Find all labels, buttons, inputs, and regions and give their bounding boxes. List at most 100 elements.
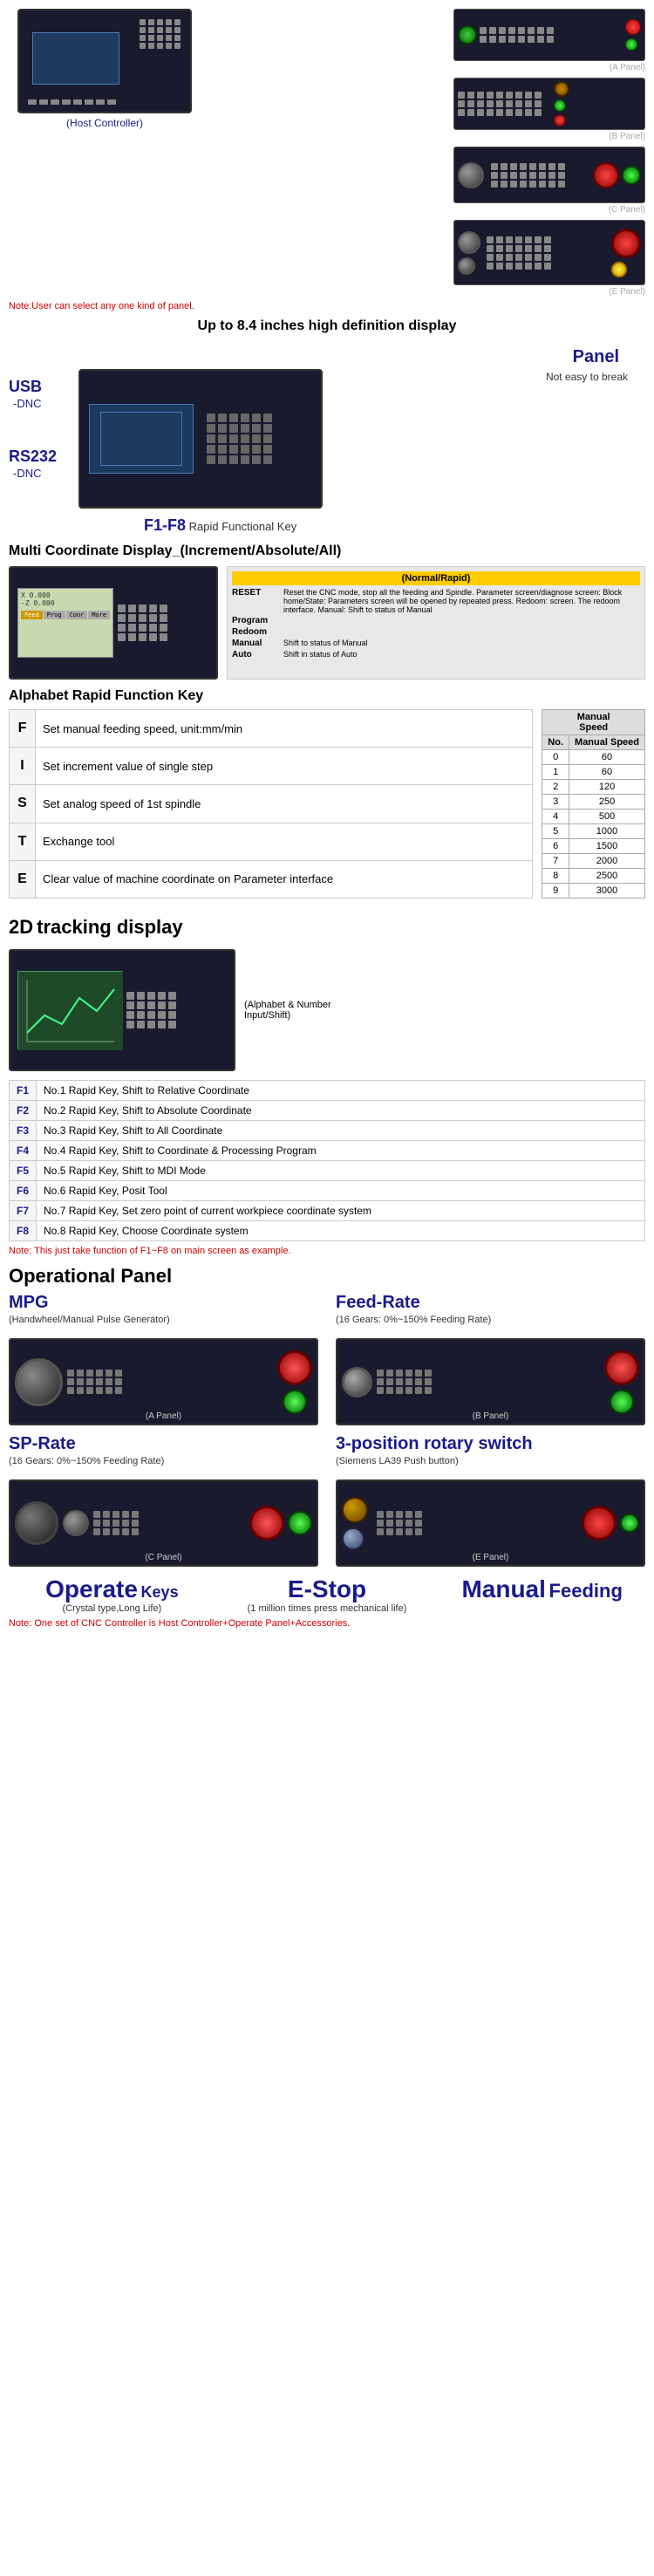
estop-e[interactable] [582, 1506, 617, 1541]
key [477, 100, 484, 107]
b-panel-bottom-label: (B Panel) [473, 1411, 509, 1421]
red-estop-button[interactable] [593, 162, 619, 188]
reset-key-label: RESET [232, 588, 280, 614]
key [558, 181, 565, 188]
speed-cell: 4 [542, 810, 569, 824]
key [491, 172, 498, 179]
amber-button[interactable] [554, 81, 569, 97]
key [499, 27, 506, 34]
key [377, 1378, 384, 1385]
key [148, 19, 154, 25]
panel-not-easy: Not easy to break [546, 371, 628, 383]
yellow-knob[interactable] [342, 1497, 368, 1523]
key [96, 1370, 103, 1377]
key [525, 92, 532, 99]
key [168, 992, 176, 1000]
manual-key-desc: Shift to status of Manual [283, 639, 640, 648]
key [491, 181, 498, 188]
green-button[interactable] [554, 99, 566, 112]
yellow-button[interactable] [611, 262, 627, 277]
key [396, 1387, 403, 1394]
op-c-panel-box: (C Panel) [9, 1479, 318, 1567]
speed-row: 3250 [542, 795, 645, 810]
estop-sub: (1 million times press mechanical life) [224, 1603, 431, 1614]
manual-feeding-item: Manual Feeding [439, 1575, 645, 1614]
start-button[interactable] [283, 1390, 307, 1414]
alpha-desc: Clear value of machine coordinate on Par… [36, 860, 533, 898]
mpg-handwheel[interactable] [15, 1358, 63, 1406]
key [548, 181, 555, 188]
blue-knob[interactable] [342, 1527, 364, 1550]
speed-row: 2120 [542, 780, 645, 795]
speed-cell: 1000 [569, 824, 645, 839]
op-a-panel: (A Panel) [9, 1338, 318, 1425]
speed-cell: 1 [542, 765, 569, 780]
key [458, 92, 465, 99]
key [506, 92, 513, 99]
rotary-knob2[interactable] [458, 257, 475, 275]
estop-c[interactable] [249, 1506, 284, 1541]
main-device-image [78, 369, 323, 509]
key [515, 263, 522, 270]
key [139, 633, 146, 641]
key [106, 1387, 112, 1394]
key [544, 245, 551, 252]
f-key-row: F6No.6 Rapid Key, Posit Tool [10, 1181, 645, 1201]
key [137, 1001, 145, 1009]
speed-cell: 500 [569, 810, 645, 824]
key [506, 236, 513, 243]
rotary-knob[interactable] [458, 162, 484, 188]
feed-rate-knob[interactable] [342, 1367, 372, 1397]
speed-row: 72000 [542, 854, 645, 869]
f-keys-table: F1No.1 Rapid Key, Shift to Relative Coor… [9, 1080, 645, 1241]
start-button-b[interactable] [610, 1390, 634, 1414]
key [218, 413, 227, 422]
key [405, 1387, 412, 1394]
key [525, 109, 532, 116]
key [501, 163, 508, 170]
key [86, 1370, 93, 1377]
key [229, 434, 238, 443]
estop-button[interactable] [277, 1350, 312, 1385]
sprate-item: SP-Rate (16 Gears: 0%~150% Feeding Rate) [9, 1434, 318, 1471]
coord-row-program: Program [232, 616, 640, 625]
start-c[interactable] [288, 1511, 312, 1535]
key [496, 100, 503, 107]
e-panel-bottom-label: (E Panel) [473, 1553, 509, 1562]
key [501, 181, 508, 188]
key [112, 1511, 119, 1518]
key [263, 424, 272, 433]
key [241, 455, 249, 464]
green-button[interactable] [622, 166, 641, 185]
start-e[interactable] [620, 1513, 639, 1533]
speed-cell: 1500 [569, 839, 645, 854]
alpha-desc: Set increment value of single step [36, 748, 533, 785]
key [515, 254, 522, 261]
host-controller-label: (Host Controller) [66, 117, 143, 129]
key [140, 19, 146, 25]
rotary-knob[interactable] [458, 231, 480, 254]
red-estop-large[interactable] [611, 229, 641, 258]
key [139, 605, 146, 612]
sp-rate-knob[interactable] [15, 1501, 58, 1545]
key [140, 43, 146, 49]
c-panel-bottom-label: (C Panel) [145, 1553, 181, 1562]
key [252, 413, 261, 422]
speed-row: 93000 [542, 884, 645, 899]
key [112, 1528, 119, 1535]
key [140, 35, 146, 41]
key [160, 605, 167, 612]
key [218, 424, 227, 433]
key [112, 1520, 119, 1527]
red-button[interactable] [554, 114, 566, 126]
op-c-keys [93, 1511, 140, 1535]
key [548, 172, 555, 179]
key [467, 92, 474, 99]
red-button[interactable] [625, 19, 641, 35]
key [496, 263, 503, 270]
estop-button-b[interactable] [604, 1350, 639, 1385]
rotary-knob[interactable] [63, 1510, 89, 1536]
mpg-title: MPG [9, 1293, 318, 1313]
coord-device-image: X 0.000 -Z 0.000 Feed Prog Coor More [9, 566, 218, 680]
green-button[interactable] [625, 38, 637, 51]
